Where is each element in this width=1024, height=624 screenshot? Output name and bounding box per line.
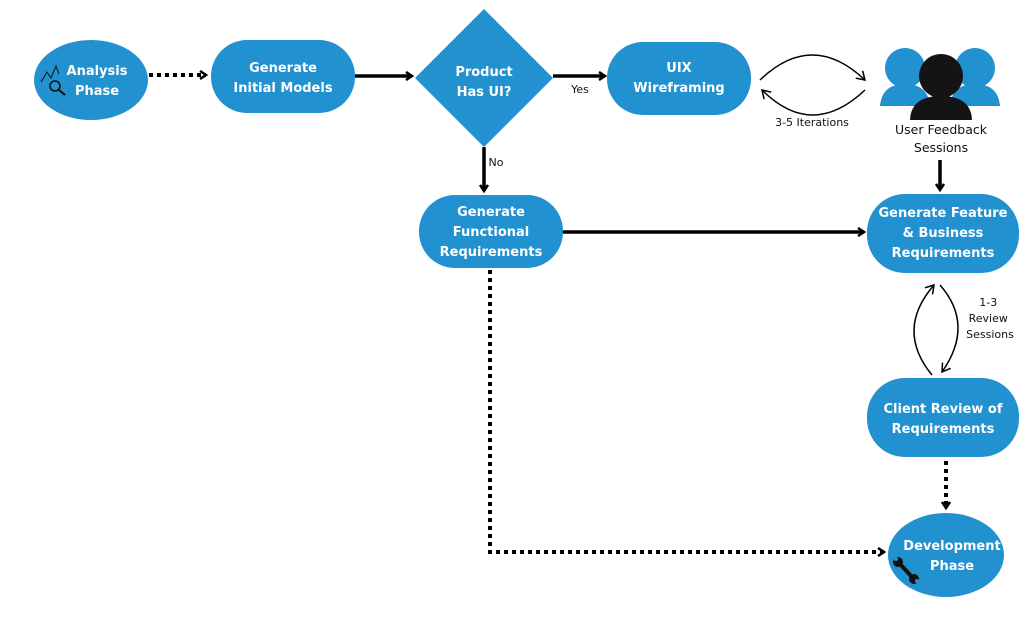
node-analysis-phase[interactable]: Analysis Phase <box>34 40 148 120</box>
svg-text:Generate Feature: Generate Feature <box>879 206 1008 221</box>
svg-text:Phase: Phase <box>75 84 119 99</box>
edge-label-no: No <box>489 156 504 169</box>
node-client-review[interactable]: Client Review of Requirements <box>867 378 1019 457</box>
node-decision-has-ui[interactable]: Product Has UI? <box>415 9 553 147</box>
svg-text:Functional: Functional <box>453 225 530 240</box>
svg-text:Requirements: Requirements <box>892 422 995 437</box>
svg-text:Phase: Phase <box>930 559 974 574</box>
review-arrow-up <box>913 283 935 376</box>
svg-text:UIX: UIX <box>666 61 691 76</box>
svg-text:Initial Models: Initial Models <box>233 81 332 96</box>
svg-text:User Feedback: User Feedback <box>895 122 988 137</box>
edge-label-yes: Yes <box>570 83 589 96</box>
review-arrow-down <box>939 284 959 374</box>
node-generate-functional-requirements[interactable]: Generate Functional Requirements <box>419 195 563 268</box>
svg-text:Generate: Generate <box>457 205 525 220</box>
iteration-arrow-forward <box>759 54 867 81</box>
node-generate-initial-models[interactable]: Generate Initial Models <box>211 40 355 113</box>
node-uix-wireframing[interactable]: UIX Wireframing <box>607 42 751 115</box>
svg-text:Requirements: Requirements <box>440 245 543 260</box>
svg-text:Has UI?: Has UI? <box>457 85 512 100</box>
node-user-feedback[interactable]: User Feedback Sessions <box>880 48 1000 155</box>
svg-text:Generate: Generate <box>249 61 317 76</box>
svg-text:Product: Product <box>455 65 512 80</box>
flowchart: Yes No 3-5 Iterations 1-3 Review Session… <box>0 0 1024 624</box>
node-generate-feature-business-requirements[interactable]: Generate Feature & Business Requirements <box>867 194 1019 273</box>
edge-functional-to-development <box>488 270 884 552</box>
edge-label-iterations: 3-5 Iterations <box>775 116 849 129</box>
node-development-phase[interactable]: Development Phase <box>888 513 1004 597</box>
svg-text:Requirements: Requirements <box>892 246 995 261</box>
edge-label-review: 1-3 Review Sessions <box>966 296 1014 341</box>
users-group-icon <box>880 48 1000 120</box>
svg-text:Development: Development <box>903 539 1000 554</box>
svg-text:Client Review of: Client Review of <box>884 402 1003 417</box>
svg-text:Analysis: Analysis <box>67 64 128 79</box>
svg-text:Sessions: Sessions <box>914 140 968 155</box>
flowchart-canvas: Yes No 3-5 Iterations 1-3 Review Session… <box>34 9 1019 597</box>
iteration-arrow-back <box>760 88 866 116</box>
svg-text:& Business: & Business <box>903 226 984 241</box>
svg-text:Wireframing: Wireframing <box>633 81 724 96</box>
